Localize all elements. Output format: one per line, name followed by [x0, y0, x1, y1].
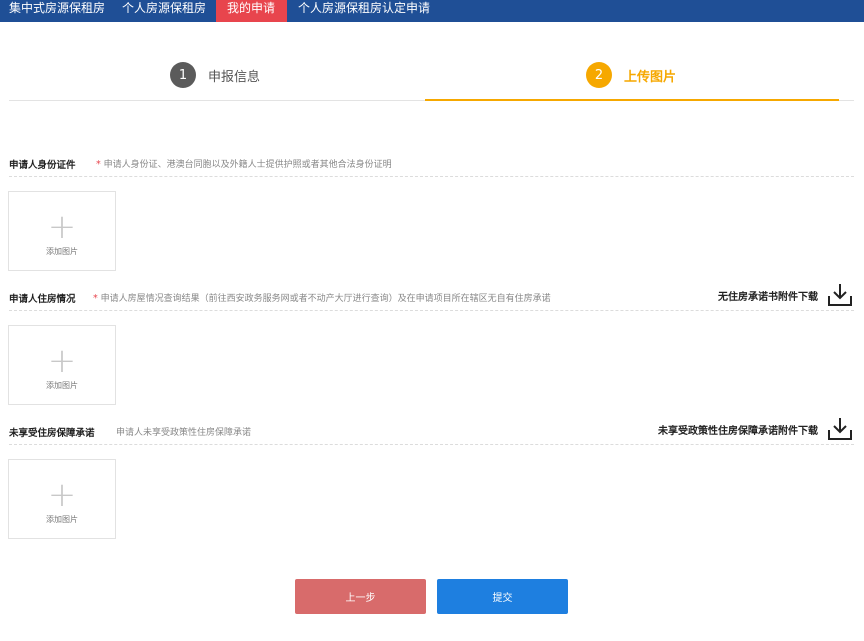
- section-description-text: 申请人房屋情况查询结果（前往西安政务服务网或者不动产大厅进行查询）及在申请项目所…: [100, 294, 551, 304]
- top-nav: 集中式房源保租房 个人房源保租房 我的申请 个人房源保租房认定申请: [0, 0, 864, 22]
- plus-icon: +: [47, 341, 77, 381]
- section-header: 申请人身份证件 * 申请人身份证、港澳台同胞以及外籍人士提供护照或者其他合法身份…: [9, 153, 854, 177]
- submit-button[interactable]: 提交: [437, 579, 568, 614]
- step-active-underline: [425, 99, 839, 101]
- step-1-number: 1: [170, 62, 196, 88]
- download-no-subsidy-commitment[interactable]: 未享受政策性住房保障承诺附件下载: [658, 415, 854, 443]
- nav-item-personal[interactable]: 个人房源保租房: [122, 0, 206, 22]
- step-2-number: 2: [586, 62, 612, 88]
- required-mark: *: [93, 293, 98, 304]
- upload-label: 添加图片: [46, 247, 78, 256]
- section-description-text: 申请人身份证、港澳台同胞以及外籍人士提供护照或者其他合法身份证明: [103, 160, 392, 170]
- section-no-subsidy: 未享受住房保障承诺 申请人未享受政策性住房保障承诺 未享受政策性住房保障承诺附件…: [9, 418, 854, 445]
- required-mark: *: [96, 159, 101, 170]
- upload-housing[interactable]: + 添加图片: [8, 325, 116, 405]
- step-1-label: 申报信息: [208, 69, 261, 85]
- download-housing-commitment[interactable]: 无住房承诺书附件下载: [718, 281, 854, 309]
- plus-icon: +: [47, 207, 77, 247]
- section-description: 申请人未享受政策性住房保障承诺: [116, 428, 252, 438]
- section-title: 申请人住房情况: [9, 294, 76, 305]
- plus-icon: +: [47, 475, 77, 515]
- section-header: 未享受住房保障承诺 申请人未享受政策性住房保障承诺 未享受政策性住房保障承诺附件…: [9, 418, 854, 445]
- upload-label: 添加图片: [46, 381, 78, 390]
- nav-item-centralized[interactable]: 集中式房源保租房: [9, 0, 105, 22]
- download-icon[interactable]: [826, 415, 854, 443]
- section-id-document: 申请人身份证件 * 申请人身份证、港澳台同胞以及外籍人士提供护照或者其他合法身份…: [9, 153, 854, 177]
- upload-label: 添加图片: [46, 515, 78, 524]
- download-icon[interactable]: [826, 281, 854, 309]
- download-label[interactable]: 未享受政策性住房保障承诺附件下载: [658, 422, 818, 437]
- upload-id-document[interactable]: + 添加图片: [8, 191, 116, 271]
- section-header: 申请人住房情况 * 申请人房屋情况查询结果（前往西安政务服务网或者不动产大厅进行…: [9, 284, 854, 311]
- step-2-label: 上传图片: [624, 69, 677, 85]
- step-2: 2 上传图片: [586, 62, 676, 88]
- upload-no-subsidy[interactable]: + 添加图片: [8, 459, 116, 539]
- prev-step-button[interactable]: 上一步: [295, 579, 426, 614]
- section-title: 申请人身份证件: [9, 160, 76, 171]
- nav-item-my-applications[interactable]: 我的申请: [216, 0, 287, 22]
- section-description: * 申请人身份证、港澳台同胞以及外籍人士提供护照或者其他合法身份证明: [96, 157, 392, 170]
- download-label[interactable]: 无住房承诺书附件下载: [718, 288, 818, 303]
- section-description: * 申请人房屋情况查询结果（前往西安政务服务网或者不动产大厅进行查询）及在申请项…: [93, 291, 551, 304]
- section-housing: 申请人住房情况 * 申请人房屋情况查询结果（前往西安政务服务网或者不动产大厅进行…: [9, 284, 854, 311]
- step-indicator: 1 申报信息 2 上传图片: [9, 48, 854, 101]
- step-1: 1 申报信息: [170, 62, 260, 88]
- section-title: 未享受住房保障承诺: [9, 428, 95, 439]
- nav-item-certification[interactable]: 个人房源保租房认定申请: [298, 0, 430, 22]
